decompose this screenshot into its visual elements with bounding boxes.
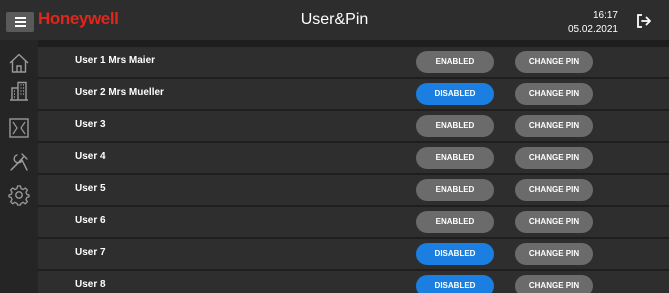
user-name: User 4: [75, 151, 106, 162]
clock-time: 16:17: [592, 10, 618, 21]
user-row: User 7 DISABLED CHANGE PIN: [38, 239, 669, 269]
sidebar-nav: [0, 40, 38, 293]
user-row: User 1 Mrs Maier ENABLED CHANGE PIN: [38, 47, 669, 77]
user-state-toggle[interactable]: ENABLED: [416, 179, 494, 201]
clock: 16:17 05.02.2021: [560, 9, 618, 37]
user-state-toggle[interactable]: ENABLED: [416, 51, 494, 73]
user-row: User 6 ENABLED CHANGE PIN: [38, 207, 669, 237]
user-row: User 4 ENABLED CHANGE PIN: [38, 143, 669, 173]
user-row: User 3 ENABLED CHANGE PIN: [38, 111, 669, 141]
change-pin-button[interactable]: CHANGE PIN: [515, 179, 593, 201]
home-icon[interactable]: [8, 52, 30, 74]
change-pin-button[interactable]: CHANGE PIN: [515, 115, 593, 137]
user-state-toggle[interactable]: DISABLED: [416, 83, 494, 105]
window-blinds-icon[interactable]: [8, 117, 30, 139]
user-row: User 5 ENABLED CHANGE PIN: [38, 175, 669, 205]
user-name: User 3: [75, 119, 106, 130]
user-state-toggle[interactable]: ENABLED: [416, 115, 494, 137]
user-state-toggle[interactable]: ENABLED: [416, 211, 494, 233]
user-name: User 2 Mrs Mueller: [75, 87, 164, 98]
tools-icon[interactable]: [8, 151, 30, 173]
change-pin-button[interactable]: CHANGE PIN: [515, 211, 593, 233]
app-window: Honeywell User&Pin 16:17 05.02.2021 User…: [0, 0, 669, 293]
settings-gear-icon[interactable]: [8, 184, 30, 206]
change-pin-button[interactable]: CHANGE PIN: [515, 147, 593, 169]
user-name: User 5: [75, 183, 106, 194]
clock-date: 05.02.2021: [567, 24, 618, 35]
brand-logo: Honeywell: [38, 9, 119, 28]
user-name: User 6: [75, 215, 106, 226]
user-state-toggle[interactable]: DISABLED: [416, 243, 494, 265]
hamburger-menu-icon[interactable]: [6, 12, 34, 32]
top-bar: Honeywell User&Pin 16:17 05.02.2021: [0, 0, 669, 40]
user-row: User 8 DISABLED CHANGE PIN: [38, 271, 669, 293]
change-pin-button[interactable]: CHANGE PIN: [515, 243, 593, 265]
change-pin-button[interactable]: CHANGE PIN: [515, 51, 593, 73]
user-state-toggle[interactable]: DISABLED: [416, 275, 494, 293]
user-state-toggle[interactable]: ENABLED: [416, 147, 494, 169]
building-icon[interactable]: [8, 80, 30, 102]
user-name: User 8: [75, 279, 106, 290]
user-name: User 1 Mrs Maier: [75, 55, 156, 66]
user-list: User 1 Mrs Maier ENABLED CHANGE PIN User…: [38, 47, 669, 293]
user-row: User 2 Mrs Mueller DISABLED CHANGE PIN: [38, 79, 669, 109]
change-pin-button[interactable]: CHANGE PIN: [515, 275, 593, 293]
logout-icon[interactable]: [636, 13, 652, 29]
user-name: User 7: [75, 247, 106, 258]
change-pin-button[interactable]: CHANGE PIN: [515, 83, 593, 105]
